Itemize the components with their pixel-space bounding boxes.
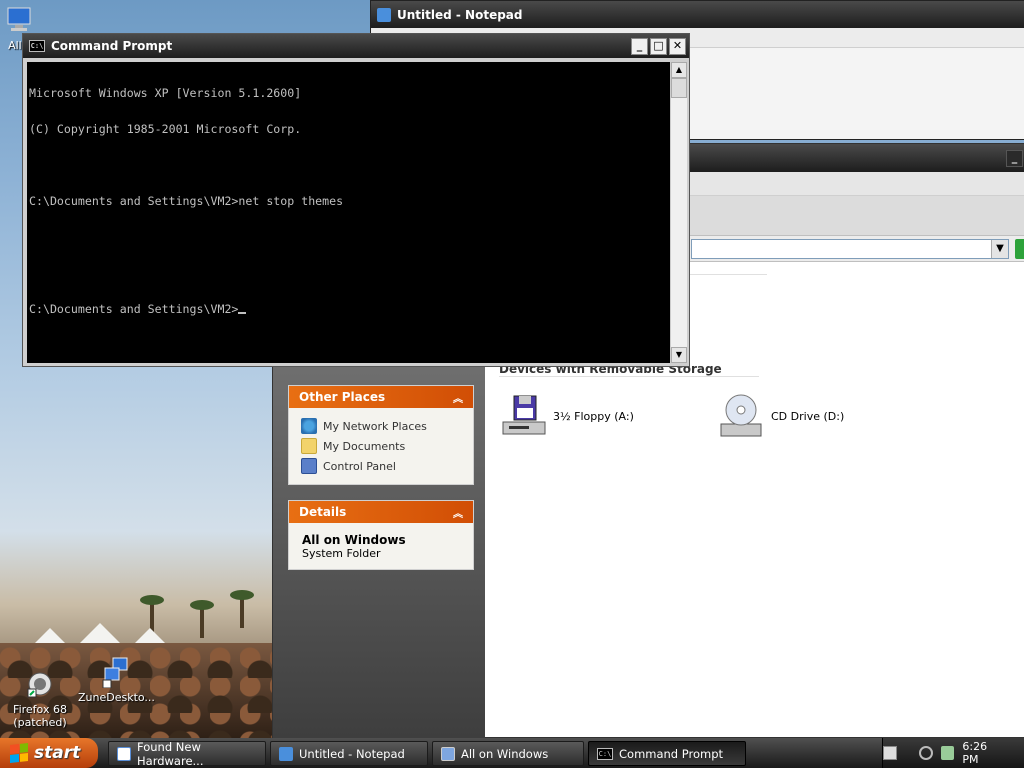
notepad-icon — [279, 746, 293, 761]
divider — [499, 376, 759, 377]
collapse-icon[interactable]: ︽ — [453, 390, 463, 405]
console-prompt-line: C:\Documents and Settings\VM2> — [29, 303, 665, 315]
other-places-panel: Other Places ︽ My Network Places My Docu… — [288, 385, 474, 485]
windows-logo-icon — [10, 743, 28, 763]
notepad-title-bar[interactable]: Untitled - Notepad — [371, 1, 1024, 28]
system-tray: 6:26 PM — [882, 738, 1024, 768]
task-found-new-hardware[interactable]: Found New Hardware... — [108, 740, 266, 768]
console-line: (C) Copyright 1985-2001 Microsoft Corp. — [29, 122, 302, 136]
cmd-title: Command Prompt — [51, 39, 173, 53]
vertical-scrollbar[interactable]: ▲ ▼ — [670, 62, 687, 363]
folder-icon — [301, 438, 317, 454]
minimize-button[interactable]: _ — [1006, 149, 1023, 167]
start-button[interactable]: start — [0, 738, 98, 768]
console-line: Microsoft Windows XP [Version 5.1.2600] — [29, 86, 302, 100]
details-type: System Folder — [302, 547, 381, 560]
text-cursor — [238, 312, 247, 314]
computer-icon — [441, 746, 455, 761]
network-shortcut-icon — [100, 656, 132, 688]
scroll-down-icon[interactable]: ▼ — [671, 347, 687, 363]
computer-icon — [4, 4, 36, 36]
other-places-header[interactable]: Other Places ︽ — [289, 386, 473, 408]
go-button[interactable] — [1015, 239, 1024, 259]
scroll-up-icon[interactable]: ▲ — [671, 62, 687, 78]
details-panel: Details ︽ All on Windows System Folder — [288, 500, 474, 570]
task-command-prompt[interactable]: C:\ Command Prompt — [588, 741, 746, 766]
clock[interactable]: 6:26 PM — [962, 740, 1006, 766]
desktop-icon-firefox[interactable]: Firefox 68 (patched) — [2, 668, 78, 729]
command-prompt-window[interactable]: C:\ Command Prompt _ □ ✕ Microsoft Windo… — [22, 33, 690, 367]
safely-remove-icon[interactable] — [940, 746, 955, 760]
details-name: All on Windows — [302, 533, 406, 547]
cmd-icon: C:\ — [597, 747, 613, 760]
minimize-button[interactable]: _ — [631, 37, 648, 55]
cmd-icon: C:\ — [29, 40, 45, 52]
drive-cd[interactable]: CD Drive (D:) — [717, 392, 844, 440]
console-output: Microsoft Windows XP [Version 5.1.2600] … — [27, 62, 667, 363]
details-header[interactable]: Details ︽ — [289, 501, 473, 523]
control-panel-icon — [301, 458, 317, 474]
hardware-wizard-icon — [117, 746, 131, 761]
floppy-drive-icon — [499, 392, 547, 440]
palm-tree — [190, 600, 214, 638]
language-bar-icon[interactable] — [883, 746, 897, 760]
cd-drive-icon — [717, 392, 765, 440]
drive-floppy[interactable]: 3½ Floppy (A:) — [499, 392, 634, 440]
network-places-icon — [301, 418, 317, 434]
cmd-title-bar[interactable]: C:\ Command Prompt _ □ ✕ — [23, 34, 689, 58]
firefox-shortcut-icon — [24, 668, 56, 700]
desktop-icon-zune[interactable]: ZuneDeskto... — [78, 656, 155, 704]
taskbar: start Found New Hardware... Untitled - N… — [0, 738, 1024, 768]
maximize-button[interactable]: □ — [650, 37, 667, 55]
notepad-title: Untitled - Notepad — [397, 7, 523, 22]
notepad-icon — [377, 7, 391, 22]
network-tray-icon[interactable] — [918, 746, 933, 760]
console-area[interactable]: Microsoft Windows XP [Version 5.1.2600] … — [27, 62, 687, 363]
console-line: C:\Documents and Settings\VM2>net stop t… — [29, 194, 344, 208]
close-button[interactable]: ✕ — [669, 37, 686, 55]
collapse-icon[interactable]: ︽ — [453, 505, 463, 520]
place-control-panel[interactable]: Control Panel — [301, 456, 461, 476]
place-my-network-places[interactable]: My Network Places — [301, 416, 461, 436]
task-all-on-windows[interactable]: All on Windows — [432, 741, 584, 766]
scroll-thumb[interactable] — [671, 78, 687, 98]
chevron-down-icon[interactable]: ▼ — [991, 240, 1008, 258]
task-notepad[interactable]: Untitled - Notepad — [270, 741, 428, 766]
address-input[interactable]: ▼ — [691, 239, 1009, 259]
place-my-documents[interactable]: My Documents — [301, 436, 461, 456]
palm-tree — [230, 590, 254, 628]
